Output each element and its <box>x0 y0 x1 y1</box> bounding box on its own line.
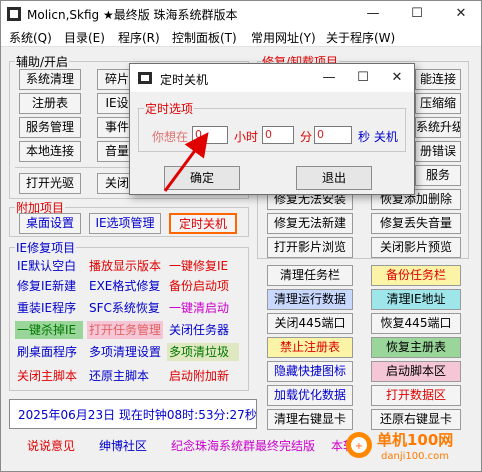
backup-taskbar-button[interactable]: 备份任务栏 <box>371 265 461 286</box>
play-version-link[interactable]: 播放显示版本 <box>87 257 163 275</box>
menu-program[interactable]: 程序(R) <box>118 29 160 46</box>
hide-shortcut-button[interactable]: 隐藏快捷图标 <box>267 361 353 382</box>
open-cdrom-button[interactable]: 打开光驱 <box>19 173 81 194</box>
dialog-options-label: 定时选项 <box>144 100 195 117</box>
dialog-ok-button[interactable]: 确定 <box>164 166 240 190</box>
service-repair-button[interactable]: 服务 <box>415 165 461 186</box>
svg-text:+: + <box>355 441 363 452</box>
multi-clean-settings-link[interactable]: 多项清理设置 <box>87 343 163 361</box>
load-optimize-button[interactable]: 加载优化数据 <box>267 385 353 406</box>
close-button[interactable]: ✕ <box>441 1 481 27</box>
open-video-preview-button[interactable]: 打开影片浏览 <box>267 237 353 258</box>
menu-bar: 系统(Q) 目录(E) 程序(R) 控制面板(T) 常用网址(Y) 关于程序(W… <box>1 27 481 47</box>
watermark-site: 单机100网 <box>377 431 454 449</box>
memorial-text: 纪念珠海系统群最终完结版 <box>171 439 316 453</box>
window-title: Molicn,Skfig ★最终版 珠海系统群版本 <box>27 8 238 22</box>
service-manage-button[interactable]: 服务管理 <box>19 117 81 138</box>
backup-startup-link[interactable]: 备份启动项 <box>167 277 239 295</box>
dialog-title: 定时关机 <box>160 73 209 87</box>
second-input[interactable]: 0 <box>314 126 352 144</box>
community-link[interactable]: 绅博社区 <box>99 437 147 454</box>
launch-script-area-button[interactable]: 启动脚本区 <box>371 361 461 382</box>
clean-taskbar-button[interactable]: 清理任务栏 <box>267 265 353 286</box>
sfc-restore-link[interactable]: SFC系统恢复 <box>87 299 163 317</box>
dialog-maximize-button[interactable]: ☐ <box>346 64 380 92</box>
ie-default-blank-link[interactable]: IE默认空白 <box>15 257 83 275</box>
clock-status: 2025年06月23日 现在时钟08时:53分:27秒 <box>9 399 257 429</box>
close-main-script-link[interactable]: 关闭主脚本 <box>15 367 83 385</box>
watermark: + 单机100网 danji100.com <box>341 427 481 471</box>
system-clean-button[interactable]: 系统清理 <box>19 69 81 90</box>
hour-input[interactable]: 0 <box>192 126 228 144</box>
dialog-title-bar: 定时关机 — ☐ ✕ <box>130 64 414 92</box>
reinstall-ie-link[interactable]: 重装IE程序 <box>15 299 83 317</box>
clock-text: 2025年06月23日 现在时钟08时:53分:27秒 <box>18 408 257 422</box>
assist-group-label: 辅助/开启 <box>15 53 70 70</box>
dialog-prompt: 你想在 <box>152 130 189 144</box>
fix-ie-new-link[interactable]: 修复IE新建 <box>15 277 83 295</box>
system-upgrade-button[interactable]: 系统升级 <box>415 117 461 138</box>
clean-startup-link[interactable]: 一键清启动 <box>167 299 239 317</box>
repair-network-button[interactable]: 能连接 <box>415 69 461 90</box>
hour-unit: 小时 <box>234 130 259 144</box>
menu-about[interactable]: 关于程序(W) <box>326 29 395 46</box>
dialog-close-button[interactable]: ✕ <box>380 64 414 92</box>
open-taskmgr-link[interactable]: 打开任务管理 <box>87 321 163 339</box>
second-unit: 秒 关机 <box>358 130 398 144</box>
feedback-link[interactable]: 说说意见 <box>27 437 75 454</box>
restore-main-script-link[interactable]: 还原主脚本 <box>87 367 163 385</box>
clean-run-data-button[interactable]: 清理运行数据 <box>267 289 353 310</box>
open-data-area-button[interactable]: 打开数据区 <box>371 385 461 406</box>
app-icon <box>7 7 21 21</box>
timed-shutdown-dialog: 定时关机 — ☐ ✕ 定时选项 你想在 0 小时 0 分 0 秒 关机 确定 退… <box>129 63 415 195</box>
minimize-button[interactable]: — <box>353 1 393 27</box>
close-taskmgr-link[interactable]: 关闭任务器 <box>167 321 239 339</box>
registry-button[interactable]: 注册表 <box>19 93 81 114</box>
main-window: Molicn,Skfig ★最终版 珠海系统群版本 — ☐ ✕ 系统(Q) 目录… <box>0 0 482 472</box>
restore-registry-button[interactable]: 恢复主册表 <box>371 337 461 358</box>
watermark-logo-icon: + <box>346 432 372 458</box>
dialog-exit-button[interactable]: 退出 <box>296 166 372 190</box>
menu-control-panel[interactable]: 控制面板(T) <box>172 29 237 46</box>
registry-error-button[interactable]: 册错误 <box>415 141 461 162</box>
desktop-settings-button[interactable]: 桌面设置 <box>19 213 81 234</box>
dialog-app-icon <box>138 72 152 84</box>
dialog-minimize-button[interactable]: — <box>312 64 346 92</box>
menu-directory[interactable]: 目录(E) <box>64 29 105 46</box>
timed-shutdown-button[interactable]: 定时关机 <box>169 213 237 234</box>
maximize-button[interactable]: ☐ <box>397 1 437 27</box>
fix-new-button[interactable]: 修复无法新建 <box>267 213 353 234</box>
refresh-desktop-link[interactable]: 刷桌面程序 <box>15 343 83 361</box>
watermark-url: danji100.com <box>381 451 449 462</box>
ie-options-button[interactable]: IE选项管理 <box>89 213 161 234</box>
fix-ie-oneclick-link[interactable]: 一键修复IE <box>167 257 239 275</box>
menu-common-urls[interactable]: 常用网址(Y) <box>251 29 316 46</box>
ie-group-label: IE修复项目 <box>15 239 77 256</box>
local-connection-button[interactable]: 本地连接 <box>19 141 81 162</box>
fix-volume-button[interactable]: 修复丢失音量 <box>371 213 461 234</box>
menu-system[interactable]: 系统(Q) <box>9 29 52 46</box>
multi-clean-junk-link[interactable]: 多项清垃圾 <box>167 343 239 361</box>
launch-extra-link[interactable]: 启动附加新 <box>167 367 239 385</box>
disable-registry-button[interactable]: 禁止注册表 <box>267 337 353 358</box>
minute-input[interactable]: 0 <box>262 126 294 144</box>
close-445-button[interactable]: 关闭445端口 <box>267 313 353 334</box>
exe-fix-link[interactable]: EXE格式修复 <box>87 277 163 295</box>
close-video-preview-button[interactable]: 关闭影片预览 <box>371 237 461 258</box>
restore-445-button[interactable]: 恢复445端口 <box>371 313 461 334</box>
title-bar: Molicn,Skfig ★最终版 珠海系统群版本 — ☐ ✕ <box>1 1 481 27</box>
minute-unit: 分 <box>300 130 313 144</box>
repair-compress-button[interactable]: 压缩缩 <box>415 93 461 114</box>
clean-ie-address-button[interactable]: 清理IE地址 <box>371 289 461 310</box>
kill-ie-link[interactable]: 一键杀掉IE <box>15 321 83 339</box>
